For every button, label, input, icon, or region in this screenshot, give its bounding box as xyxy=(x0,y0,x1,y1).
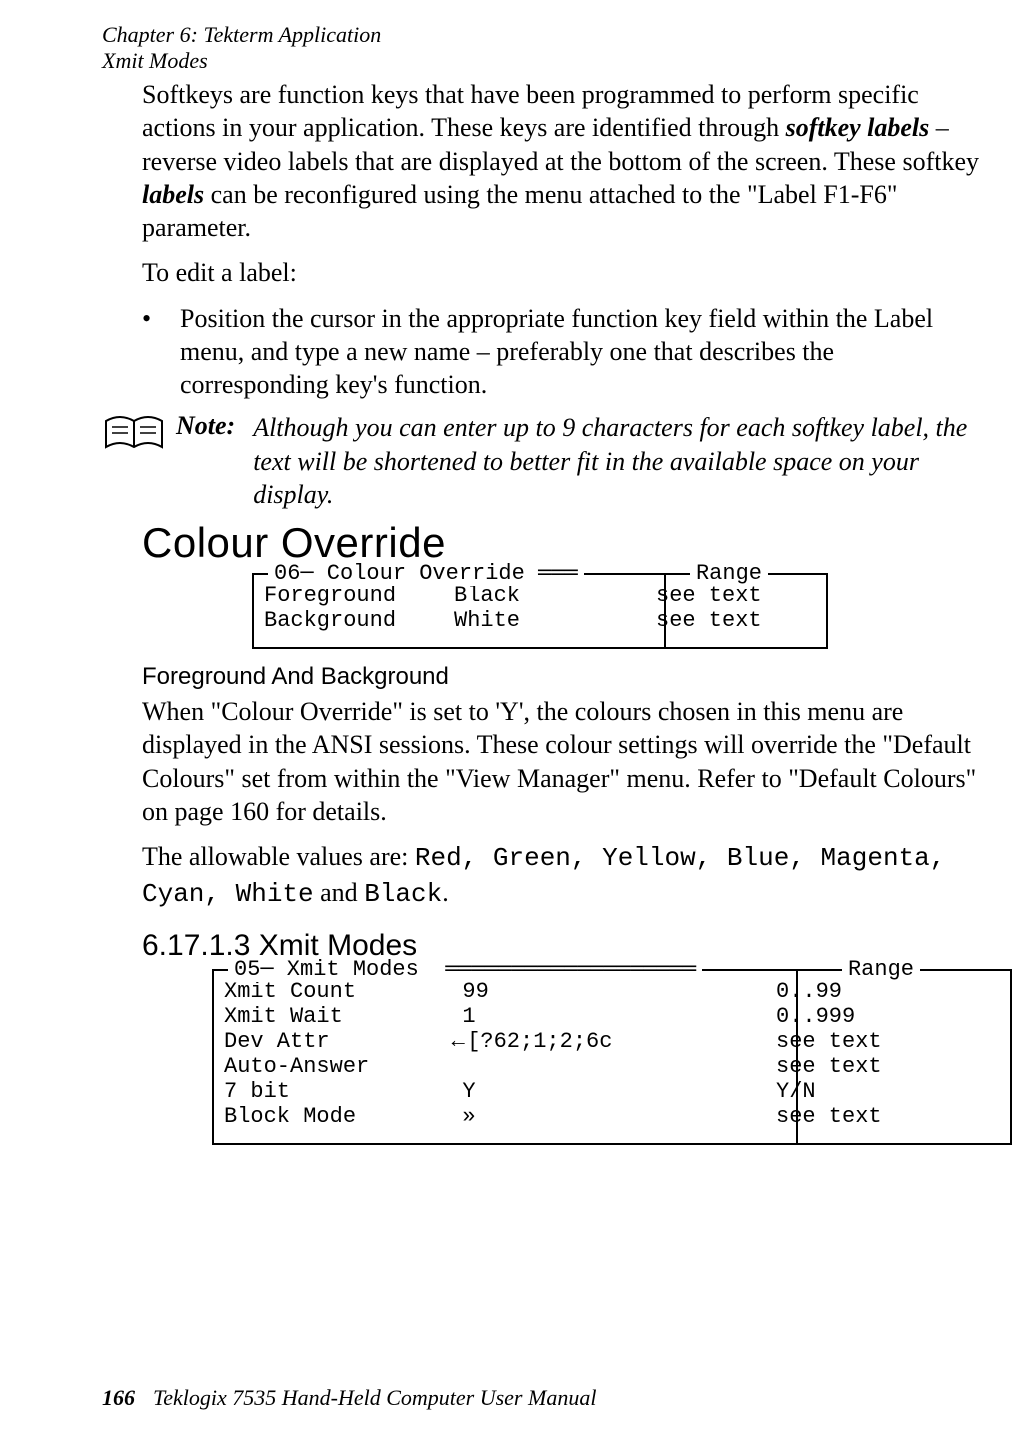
section-line: Xmit Modes xyxy=(102,48,381,74)
param-name: Xmit Count xyxy=(224,979,436,1004)
term-labels: labels xyxy=(142,180,204,209)
val: » xyxy=(462,1104,475,1129)
text: The allowable values are: xyxy=(142,842,415,871)
footer-text: Teklogix 7535 Hand-Held Computer User Ma… xyxy=(153,1385,596,1410)
panel-range-label: Range xyxy=(690,561,768,586)
param-name: Background xyxy=(264,608,454,633)
param-value: Y xyxy=(436,1079,776,1104)
body: Softkeys are function keys that have bee… xyxy=(102,78,979,1155)
val: [?62;1;2;6c xyxy=(467,1029,612,1054)
fg-bg-heading: Foreground And Background xyxy=(142,663,979,691)
page-number: 166 xyxy=(102,1385,135,1410)
term-softkey-labels: softkey labels xyxy=(786,113,930,142)
param-value: Black xyxy=(454,583,656,608)
bullet-dot: • xyxy=(142,302,180,402)
param-value: ←[?62;1;2;6c xyxy=(436,1029,776,1054)
note-text: Although you can enter up to 9 character… xyxy=(253,411,979,511)
param-value xyxy=(436,1054,776,1079)
val: 1 xyxy=(462,1004,475,1029)
param-value: 1 xyxy=(436,1004,776,1029)
bullet-list: • Position the cursor in the appropriate… xyxy=(142,302,979,402)
page-footer: 166 Teklogix 7535 Hand-Held Computer User… xyxy=(102,1385,596,1411)
page: Chapter 6: Tekterm Application Xmit Mode… xyxy=(0,0,1017,1451)
xmit-modes-panel: 05─ Xmit Modes ═══════════════════ Range… xyxy=(212,969,1012,1145)
text: can be reconfigured using the menu attac… xyxy=(142,180,898,242)
param-name: 7 bit xyxy=(224,1079,436,1104)
param-name: Xmit Wait xyxy=(224,1004,436,1029)
param-value: » xyxy=(436,1104,776,1129)
param-name: Block Mode xyxy=(224,1104,436,1129)
to-edit-label: To edit a label: xyxy=(142,256,979,289)
running-header: Chapter 6: Tekterm Application Xmit Mode… xyxy=(102,22,381,75)
panel-range-divider xyxy=(796,971,1010,1143)
param-value: 99 xyxy=(436,979,776,1004)
colour-override-heading: Colour Override xyxy=(142,519,979,567)
val: Y xyxy=(462,1079,475,1104)
intro-paragraph-1: Softkeys are function keys that have bee… xyxy=(142,78,979,244)
panel-title: 06─ Colour Override ═══ xyxy=(268,561,584,586)
value-black: Black xyxy=(364,879,442,909)
param-value: White xyxy=(454,608,656,633)
book-icon xyxy=(102,411,168,455)
note-block: Note: Although you can enter up to 9 cha… xyxy=(102,411,979,511)
panel-range-label: Range xyxy=(842,957,920,982)
text: . xyxy=(442,878,449,907)
param-name: Auto-Answer xyxy=(224,1054,436,1079)
panel-title: 05─ Xmit Modes ═══════════════════ xyxy=(228,957,702,982)
note-label: Note: xyxy=(176,411,235,511)
fg-bg-desc: When "Colour Override" is set to 'Y', th… xyxy=(142,695,979,828)
left-arrow-icon: ← xyxy=(449,1029,467,1054)
allowable-values: The allowable values are: Red, Green, Ye… xyxy=(142,840,979,911)
param-name: Foreground xyxy=(264,583,454,608)
val: 99 xyxy=(462,979,488,1004)
param-name: Dev Attr xyxy=(224,1029,436,1054)
bullet-item: • Position the cursor in the appropriate… xyxy=(142,302,979,402)
chapter-line: Chapter 6: Tekterm Application xyxy=(102,22,381,48)
colour-override-panel: 06─ Colour Override ═══ Range Foreground… xyxy=(252,573,828,649)
xmit-panel-wrap: 05─ Xmit Modes ═══════════════════ Range… xyxy=(212,969,979,1145)
colour-override-panel-wrap: 06─ Colour Override ═══ Range Foreground… xyxy=(252,573,979,649)
text: and xyxy=(314,878,365,907)
bullet-text: Position the cursor in the appropriate f… xyxy=(180,302,979,402)
